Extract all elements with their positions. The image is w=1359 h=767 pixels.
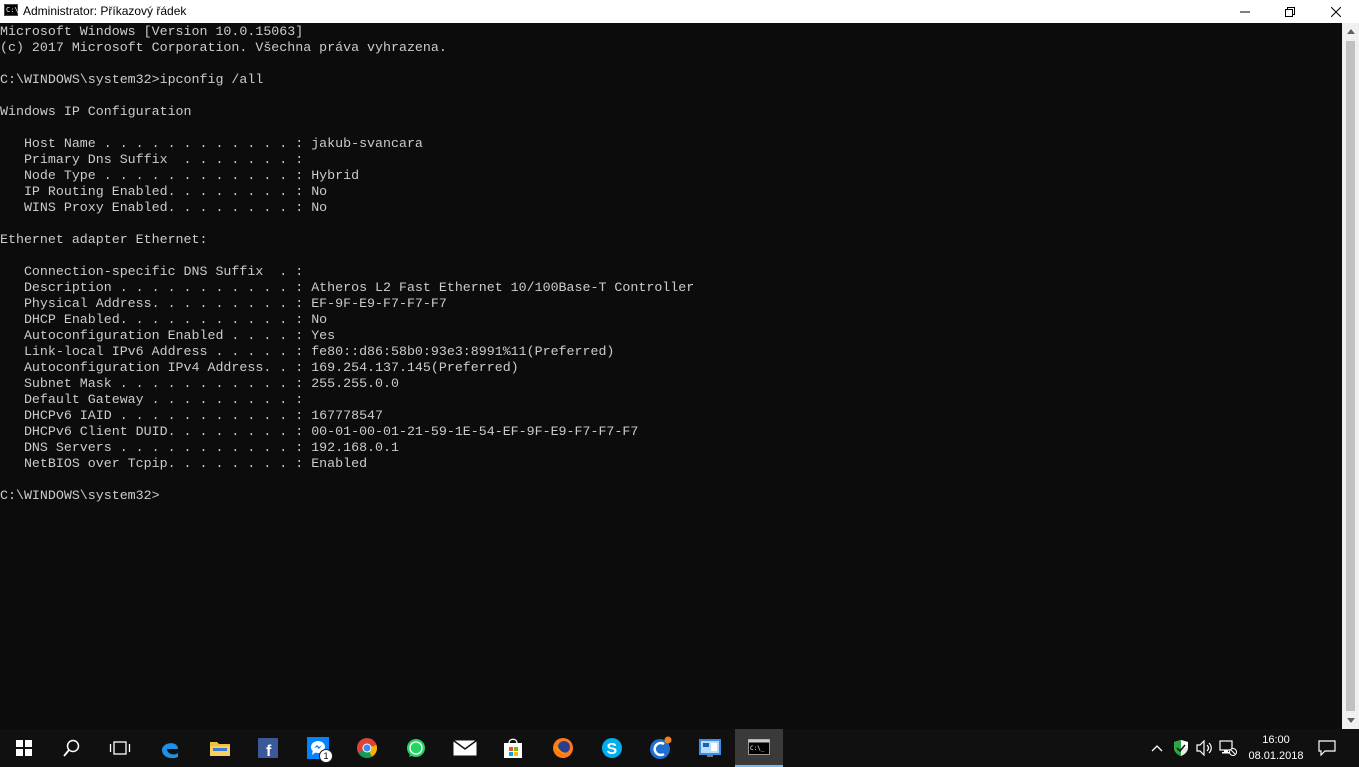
mail-button[interactable] [441,729,489,767]
store-icon [504,738,522,758]
scroll-down-button[interactable] [1342,712,1359,729]
cmd-button[interactable]: C:\_ [735,729,783,767]
console-line: DHCPv6 IAID . . . . . . . . . . . : 1677… [0,408,384,423]
whatsapp-icon [407,739,425,757]
console-line: C:\WINDOWS\system32> [0,488,160,503]
console-line: C:\WINDOWS\system32>ipconfig /all [0,72,264,87]
speaker-icon [1196,740,1212,756]
cmd-app-icon[interactable]: C:\ [4,4,19,16]
vertical-scrollbar[interactable] [1342,23,1359,729]
scroll-up-button[interactable] [1342,23,1359,40]
console-line: IP Routing Enabled. . . . . . . . : No [0,184,328,199]
console-line: Node Type . . . . . . . . . . . . : Hybr… [0,168,360,183]
start-button[interactable] [0,729,48,767]
minimize-button[interactable] [1222,0,1268,23]
console-line: NetBIOS over Tcpip. . . . . . . . : Enab… [0,456,368,471]
console-line: Microsoft Windows [Version 10.0.15063] [0,24,304,39]
file-explorer-button[interactable] [196,729,244,767]
console-line: DNS Servers . . . . . . . . . . . : 192.… [0,440,399,455]
ccleaner-button[interactable] [637,729,685,767]
taskbar: f 1 S C:\_ 16:00 08.01.2018 [0,729,1359,767]
console-line: DHCP Enabled. . . . . . . . . . . : No [0,312,328,327]
shield-icon [1174,740,1188,756]
firefox-icon [553,738,573,758]
mail-icon [453,740,477,756]
console-line: DHCPv6 Client DUID. . . . . . . . : 00-0… [0,424,639,439]
console-line: Default Gateway . . . . . . . . . : [0,392,304,407]
arrow-up-icon [1346,29,1355,34]
console-line: Subnet Mask . . . . . . . . . . . : 255.… [0,376,399,391]
chrome-button[interactable] [343,729,391,767]
console-line: Windows IP Configuration [0,104,192,119]
svg-text:f: f [266,743,272,758]
chrome-icon [357,738,377,759]
svg-text:C:\_: C:\_ [750,745,765,752]
console-line: Connection-specific DNS Suffix . : [0,264,304,279]
search-icon [63,739,80,757]
folder-icon [210,742,230,756]
clock[interactable]: 16:00 08.01.2018 [1236,732,1316,764]
scrollbar-thumb[interactable] [1346,41,1355,711]
maximize-button[interactable] [1267,0,1313,23]
console-line: Autoconfiguration IPv4 Address. . : 169.… [0,360,519,375]
control-panel-button[interactable] [686,729,734,767]
close-icon [1331,6,1341,17]
arrow-down-icon [1346,718,1355,723]
console-line: Host Name . . . . . . . . . . . . : jaku… [0,136,423,151]
svg-text:S: S [607,741,618,758]
ccleaner-icon [650,736,672,759]
facebook-icon: f [258,738,278,758]
console-line: WINS Proxy Enabled. . . . . . . . : No [0,200,328,215]
whatsapp-button[interactable] [392,729,440,767]
firefox-button[interactable] [539,729,587,767]
title-bar[interactable]: C:\ Administrator: Příkazový řádek [0,0,1359,23]
notifications-icon [1318,740,1336,756]
control-panel-icon [699,739,721,757]
console-line: Physical Address. . . . . . . . . : EF-9… [0,296,447,311]
console-line: Link-local IPv6 Address . . . . . : fe80… [0,344,615,359]
console-output[interactable]: Microsoft Windows [Version 10.0.15063] (c… [0,23,1342,730]
console-line: (c) 2017 Microsoft Corporation. Všechna … [0,40,447,55]
edge-icon [162,743,178,759]
show-hidden-icons-button[interactable] [1148,729,1166,767]
console-line: Ethernet adapter Ethernet: [0,232,208,247]
window-title: Administrator: Příkazový řádek [23,4,187,18]
cmd-icon: C:\_ [748,739,770,755]
messenger-button[interactable]: 1 [294,729,342,767]
action-center-button[interactable] [1310,729,1344,767]
console-line: Description . . . . . . . . . . . : Athe… [0,280,695,295]
skype-icon: S [602,738,622,758]
clock-date: 08.01.2018 [1248,750,1304,762]
search-button[interactable] [48,729,96,767]
facebook-button[interactable]: f [244,729,292,767]
windows-icon [16,740,32,756]
chevron-up-icon [1151,745,1163,752]
clock-time: 16:00 [1262,734,1290,746]
network-icon [1219,740,1237,756]
notification-badge: 1 [319,749,333,763]
close-button[interactable] [1313,0,1359,23]
edge-button[interactable] [146,729,194,767]
skype-button[interactable]: S [588,729,636,767]
minimize-icon [1240,11,1250,12]
console-line: Primary Dns Suffix . . . . . . . : [0,152,304,167]
restore-icon [1285,6,1295,17]
store-button[interactable] [489,729,537,767]
console-line: Autoconfiguration Enabled . . . . : Yes [0,328,336,343]
volume-button[interactable] [1194,729,1216,767]
task-view-icon [109,741,131,755]
task-view-button[interactable] [96,729,144,767]
defender-tray-button[interactable] [1170,729,1192,767]
